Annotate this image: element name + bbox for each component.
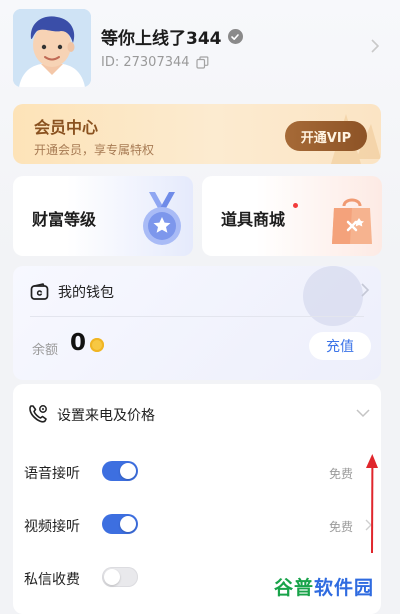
wallet-divider: [30, 316, 364, 317]
voice-answer-toggle[interactable]: [102, 461, 138, 481]
verified-badge-icon: [227, 29, 243, 44]
vip-center-card[interactable]: 会员中心 开通会员，享专属特权 开通VIP: [13, 104, 381, 164]
watermark: 谷普软件园: [274, 573, 374, 600]
chevron-down-icon[interactable]: [356, 409, 370, 418]
phone-settings-icon: [29, 405, 47, 423]
wealth-level-tile[interactable]: 财富等级: [13, 176, 193, 256]
user-id: ID: 27307344: [101, 55, 190, 70]
profile-chevron-right-icon[interactable]: [369, 38, 381, 54]
settings-title: 设置来电及价格: [57, 408, 155, 424]
wallet-chevron-right-icon[interactable]: [360, 283, 370, 297]
nickname-row: 等你上线了344: [101, 24, 243, 49]
notification-dot: [293, 203, 298, 208]
toggle-knob: [120, 463, 136, 479]
open-vip-button[interactable]: 开通VIP: [285, 121, 367, 151]
vip-title: 会员中心: [34, 118, 99, 137]
video-answer-toggle[interactable]: [102, 514, 138, 534]
annotation-arrow-up-icon: [366, 454, 378, 554]
avatar-illustration: [13, 9, 91, 87]
medal-icon: [143, 192, 181, 245]
toggle-knob: [120, 516, 136, 532]
watermark-part-a: 谷普: [274, 577, 315, 599]
nickname: 等你上线了344: [101, 29, 222, 49]
user-id-row: ID: 27307344: [101, 55, 209, 70]
vip-subtitle: 开通会员，享专属特权: [34, 143, 155, 157]
item-store-tile[interactable]: 道具商城: [202, 176, 382, 256]
wallet-icon: [30, 283, 49, 300]
video-answer-label: 视频接听: [24, 519, 80, 535]
copy-icon[interactable]: [195, 56, 209, 69]
balance-value: 0: [70, 330, 87, 356]
voice-answer-price: 免费: [329, 467, 354, 481]
voice-answer-label: 语音接听: [24, 466, 80, 482]
avatar[interactable]: [13, 9, 91, 87]
balance-label: 余额: [32, 343, 59, 358]
wallet-title: 我的钱包: [58, 285, 114, 301]
private-message-fee-toggle[interactable]: [102, 567, 138, 587]
recharge-button[interactable]: 充值: [309, 332, 371, 360]
private-message-fee-label: 私信收费: [24, 572, 80, 588]
wallet-card[interactable]: 我的钱包 余额 0 充值: [13, 266, 381, 380]
toggle-knob: [104, 569, 120, 585]
item-store-label: 道具商城: [221, 210, 286, 229]
watermark-part-b: 软件园: [314, 577, 375, 599]
wealth-level-label: 财富等级: [32, 210, 97, 229]
coin-icon: [90, 338, 104, 352]
shopping-bag-icon: [332, 198, 372, 244]
video-answer-price: 免费: [329, 520, 354, 534]
